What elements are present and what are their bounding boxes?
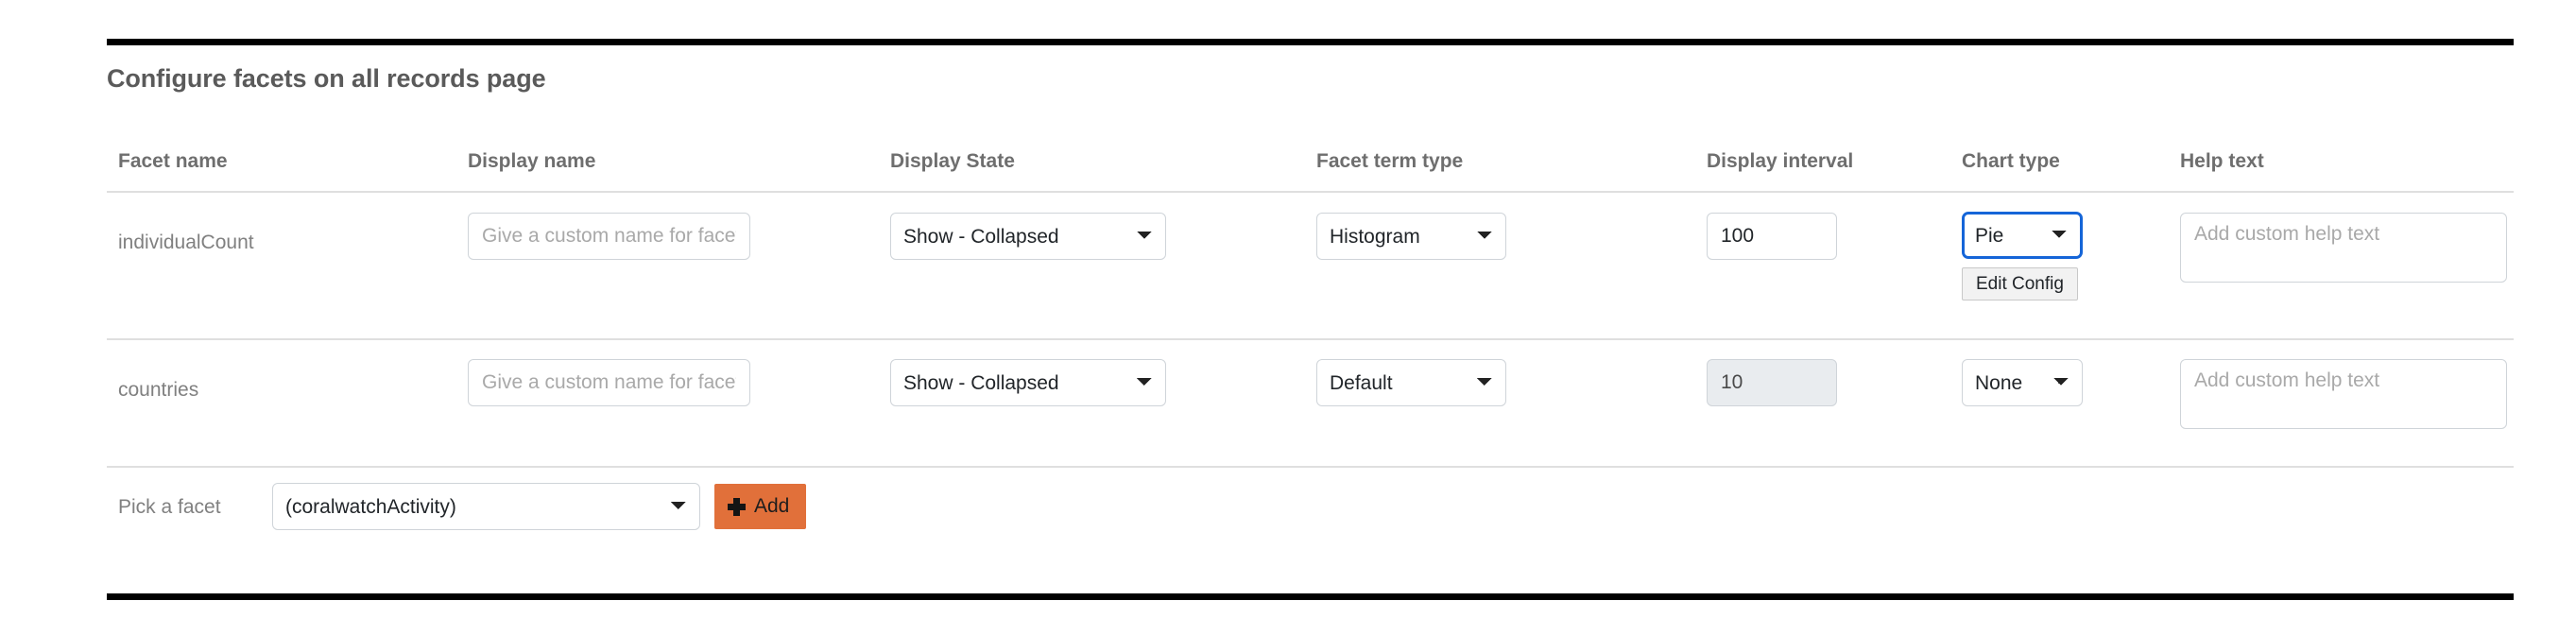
chart-type-select[interactable]: Pie bbox=[1962, 212, 2083, 259]
column-header-help-text: Help text bbox=[2180, 150, 2264, 172]
top-divider-rule bbox=[107, 39, 2514, 45]
edit-config-button[interactable]: Edit Config bbox=[1962, 267, 2078, 300]
column-header-display-interval: Display interval bbox=[1707, 150, 1854, 172]
column-header-display-state: Display State bbox=[890, 150, 1015, 172]
pick-a-facet-label: Pick a facet bbox=[118, 496, 221, 518]
table-row: countries Show - Collapsed Default None bbox=[107, 338, 2514, 468]
facet-term-type-select[interactable]: Default bbox=[1316, 359, 1506, 406]
column-header-facet-term-type: Facet term type bbox=[1316, 150, 1464, 172]
help-text-input[interactable] bbox=[2180, 213, 2507, 283]
facet-name-value: individualCount bbox=[118, 232, 254, 253]
plus-icon bbox=[728, 497, 746, 516]
add-facet-button[interactable]: Add bbox=[714, 484, 807, 529]
pick-a-facet-select[interactable]: (coralwatchActivity) bbox=[272, 483, 700, 530]
help-text-input[interactable] bbox=[2180, 359, 2507, 429]
table-header-row: Facet name Display name Display State Fa… bbox=[107, 128, 2514, 193]
display-name-input[interactable] bbox=[468, 213, 750, 260]
column-header-chart-type: Chart type bbox=[1962, 150, 2060, 172]
facet-name-value: countries bbox=[118, 379, 199, 401]
column-header-display-name: Display name bbox=[468, 150, 596, 172]
facet-term-type-select[interactable]: Histogram bbox=[1316, 213, 1506, 260]
bottom-divider-rule bbox=[107, 593, 2514, 600]
chart-type-select[interactable]: None bbox=[1962, 359, 2083, 406]
display-interval-input[interactable] bbox=[1707, 213, 1837, 260]
display-state-select[interactable]: Show - Collapsed bbox=[890, 359, 1166, 406]
table-row: individualCount Show - Collapsed Histogr… bbox=[107, 191, 2514, 340]
facet-config-table: Facet name Display name Display State Fa… bbox=[107, 128, 2514, 545]
column-header-facet-name: Facet name bbox=[118, 150, 228, 172]
pick-facet-row: Pick a facet (coralwatchActivity) Add bbox=[107, 466, 2514, 545]
add-facet-button-label: Add bbox=[754, 495, 790, 517]
display-interval-input[interactable] bbox=[1707, 359, 1837, 406]
facet-config-page: Configure facets on all records page Fac… bbox=[0, 0, 2576, 618]
display-state-select[interactable]: Show - Collapsed bbox=[890, 213, 1166, 260]
display-name-input[interactable] bbox=[468, 359, 750, 406]
page-title: Configure facets on all records page bbox=[107, 64, 546, 93]
